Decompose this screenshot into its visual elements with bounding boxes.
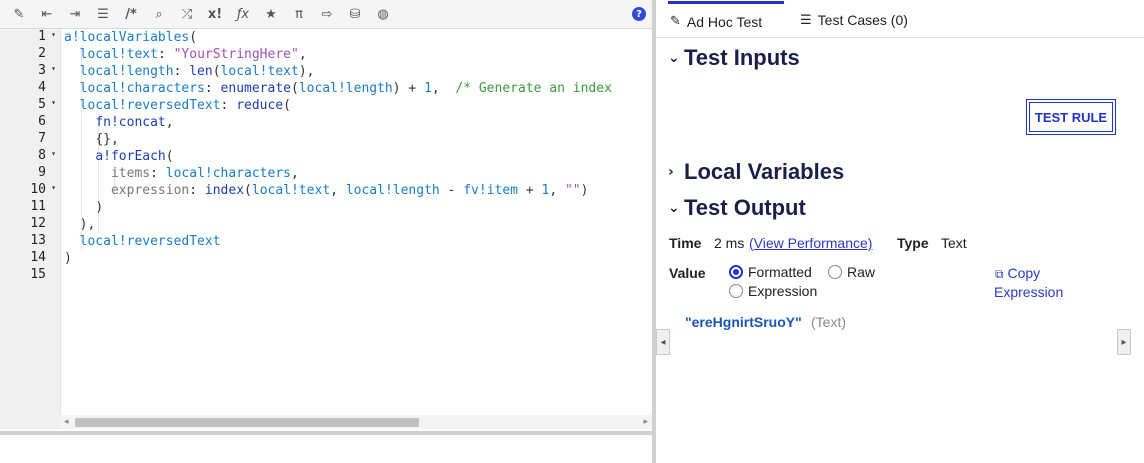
type-label: Type <box>897 235 929 251</box>
result-value: "ereHgnirtSruoY" <box>685 314 802 330</box>
factorial-icon[interactable]: x! <box>206 5 224 23</box>
code-line: local!reversedText: reduce( <box>79 98 291 113</box>
export-icon[interactable]: ⇨ <box>318 5 336 23</box>
line-number: 9 <box>38 165 46 180</box>
radio-expression[interactable] <box>729 284 743 298</box>
expression-editor: ✎ ⇤ ⇥ ☰ /* ⌕ ⤮ x! ƒx ★ π ⇨ ⛁ ◍ ? 1 ▾ 2 3 ▾… <box>0 0 652 463</box>
comment-icon[interactable]: /* <box>122 5 140 23</box>
database-search-icon[interactable]: ⛁ <box>346 5 364 23</box>
test-tabs: ✎ Ad Hoc Test ☰ Test Cases (0) <box>656 0 1144 38</box>
fold-arrow-icon[interactable]: ▾ <box>51 183 56 192</box>
line-number: 11 <box>30 199 46 214</box>
line-number: 4 <box>38 80 46 95</box>
code-line: ), <box>79 217 96 232</box>
resize-handle[interactable] <box>0 431 652 435</box>
scrollbar-thumb[interactable] <box>75 418 419 427</box>
time-label: Time <box>669 235 702 251</box>
search-icon[interactable]: ⌕ <box>150 5 168 23</box>
editor-toolbar: ✎ ⇤ ⇥ ☰ /* ⌕ ⤮ x! ƒx ★ π ⇨ ⛁ ◍ ? <box>0 0 652 29</box>
section-test-inputs[interactable]: ⌄ Test Inputs <box>668 45 800 71</box>
code-line: ) <box>95 200 104 215</box>
indent-icon[interactable]: ⇥ <box>66 5 84 23</box>
view-performance-link[interactable]: (View Performance) <box>749 235 872 251</box>
code-line: {}, <box>95 132 119 147</box>
pi-icon[interactable]: π <box>290 5 308 23</box>
code-line: local!text: "YourStringHere", <box>79 47 307 62</box>
code-line: a!forEach( <box>95 149 174 164</box>
line-number-gutter: 1 ▾ 2 3 ▾ 4 5 ▾ 6 7 8 ▾ 9 10 ▾ 11 12 13 14 15 <box>0 29 61 429</box>
line-number: 7 <box>38 131 46 146</box>
line-number: 10 ▾ <box>30 182 56 197</box>
section-test-output[interactable]: ⌄ Test Output <box>668 195 806 221</box>
tab-ad-hoc-test[interactable]: ✎ Ad Hoc Test <box>668 1 784 39</box>
collapse-left-icon[interactable]: ◂ <box>656 329 670 355</box>
line-number: 3 ▾ <box>38 63 56 78</box>
globe-icon[interactable]: ◍ <box>374 5 392 23</box>
radio-raw[interactable] <box>828 265 842 279</box>
chevron-right-icon: › <box>668 164 674 180</box>
line-number: 12 <box>30 216 46 231</box>
code-line: items: local!characters, <box>110 166 299 181</box>
code-line: expression: index(local!text, local!leng… <box>110 183 589 198</box>
radio-raw-label: Raw <box>847 264 876 280</box>
fold-arrow-icon[interactable]: ▾ <box>51 64 56 73</box>
section-title: Local Variables <box>684 159 845 184</box>
value-label: Value <box>669 265 706 281</box>
copy-expression-link-line2[interactable]: Expression <box>994 284 1063 300</box>
test-panel: ✎ Ad Hoc Test ☰ Test Cases (0) ⌄ Test In… <box>656 0 1144 463</box>
radio-expression-label: Expression <box>748 283 818 299</box>
code-line: fn!concat, <box>95 115 174 130</box>
help-icon[interactable]: ? <box>632 7 646 21</box>
line-number: 8 ▾ <box>38 148 56 163</box>
chevron-down-icon: ⌄ <box>668 200 680 216</box>
scroll-right-icon[interactable]: ▸ <box>643 416 648 427</box>
line-number: 14 <box>30 250 46 265</box>
fold-arrow-icon[interactable]: ▾ <box>51 98 56 107</box>
line-number: 15 <box>30 267 46 282</box>
list-icon: ☰ <box>800 12 812 28</box>
radio-formatted-label: Formatted <box>748 264 812 280</box>
code-area[interactable]: a!localVariables( local!text: "YourStrin… <box>64 29 650 414</box>
tab-label: Test Cases (0) <box>817 12 908 28</box>
code-line: local!reversedText <box>79 234 221 249</box>
code-line: local!length: len(local!text), <box>79 64 315 79</box>
star-icon[interactable]: ★ <box>262 5 280 23</box>
magic-wand-icon[interactable]: ✎ <box>10 5 28 23</box>
line-number: 2 <box>38 46 46 61</box>
section-title: Test Inputs <box>684 45 800 70</box>
fold-arrow-icon[interactable]: ▾ <box>51 149 56 158</box>
line-number: 13 <box>30 233 46 248</box>
test-rule-button[interactable]: TEST RULE <box>1026 99 1116 135</box>
function-icon[interactable]: ƒx <box>234 5 252 23</box>
code-line: ) <box>64 251 72 266</box>
chevron-down-icon: ⌄ <box>668 50 680 66</box>
result-type: (Text) <box>811 314 846 330</box>
type-value: Text <box>941 235 967 251</box>
line-number: 1 ▾ <box>38 29 56 44</box>
edit-icon: ✎ <box>670 14 681 29</box>
copy-expression-link[interactable]: ⧉ Copy <box>995 265 1040 282</box>
code-line: a!localVariables( <box>64 30 198 45</box>
section-local-variables[interactable]: › Local Variables <box>668 159 844 185</box>
horizontal-scrollbar[interactable]: ◂ ▸ <box>60 415 652 429</box>
radio-formatted[interactable] <box>729 265 743 279</box>
copy-icon: ⧉ <box>995 267 1004 281</box>
scroll-left-icon[interactable]: ◂ <box>64 416 69 427</box>
time-value: 2 ms <box>714 235 745 251</box>
line-number: 6 <box>38 114 46 129</box>
tab-test-cases[interactable]: ☰ Test Cases (0) <box>800 4 908 36</box>
code-line: local!characters: enumerate(local!length… <box>79 81 612 96</box>
line-number: 5 ▾ <box>38 97 56 112</box>
section-title: Test Output <box>684 195 806 220</box>
list-icon[interactable]: ☰ <box>94 5 112 23</box>
tab-label: Ad Hoc Test <box>686 13 763 30</box>
fold-arrow-icon[interactable]: ▾ <box>51 30 56 39</box>
outdent-icon[interactable]: ⇤ <box>38 5 56 23</box>
collapse-right-icon[interactable]: ▸ <box>1117 329 1131 355</box>
shuffle-icon[interactable]: ⤮ <box>178 5 196 23</box>
